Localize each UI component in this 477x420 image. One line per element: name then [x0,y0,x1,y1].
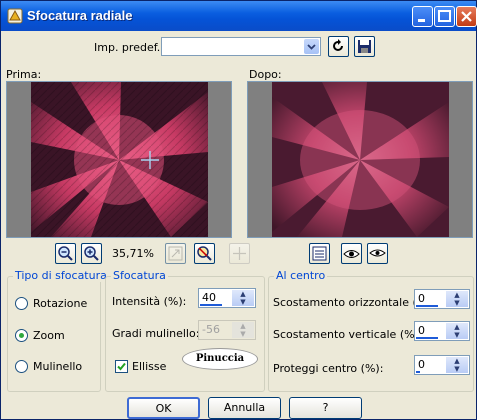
maximize-icon [438,10,451,22]
close-icon [461,11,472,22]
minimize-button[interactable] [412,6,433,27]
auto-proof-button[interactable] [367,243,388,264]
spin-arrows-icon[interactable]: ▲ ▼ [446,323,468,339]
maximize-button[interactable] [434,6,455,27]
radio-twirl[interactable] [15,360,28,373]
ellipse-checkbox[interactable] [115,360,128,373]
after-preview [247,81,473,238]
fit-button[interactable] [165,243,186,264]
close-button[interactable] [456,6,477,27]
zoom-in-button[interactable] [81,243,102,264]
before-preview[interactable] [6,81,232,238]
zoom-out-icon [58,246,73,261]
preset-label: Imp. predef.: [94,41,164,54]
reset-icon [333,39,343,51]
spin-arrows-icon: ▲ ▼ [232,322,254,338]
protect-center-spinner[interactable]: 0 ▲ ▼ [414,355,470,375]
reset-preset-button[interactable] [328,36,349,57]
zoom-out-button[interactable] [55,243,76,264]
intensity-spinner[interactable]: 40 ▲ ▼ [198,288,256,308]
title-bar[interactable]: Sfocatura radiale [1,1,477,31]
locate-button[interactable] [194,243,215,264]
preview-on-image-button[interactable] [341,243,362,264]
v-offset-value[interactable]: 0 [418,324,425,337]
zoom-in-icon [84,246,99,261]
after-label: Dopo: [249,68,282,81]
twist-spinner: -56 ▲ ▼ [198,320,256,340]
before-image [31,82,208,237]
minimize-icon [418,19,425,22]
h-offset-value[interactable]: 0 [418,292,425,305]
navigate-icon [197,246,212,261]
intensity-value[interactable]: 40 [202,291,216,304]
before-label: Prima: [6,68,42,81]
help-button[interactable]: ? [289,397,362,419]
ellipse-label[interactable]: Ellisse [132,360,166,373]
h-offset-label: Scostamento orizzontale (%): [273,296,436,309]
blur-group-title: Sfocatura [111,269,168,282]
radio-rotation-label[interactable]: Rotazione [33,297,87,310]
radio-zoom[interactable] [15,329,28,342]
app-icon [7,8,23,24]
ok-button[interactable]: OK [127,397,200,419]
h-offset-slider[interactable] [416,305,438,307]
signature-logo: Pinuccia [182,348,258,370]
checkmark-icon [117,362,126,371]
blur-type-title: Tipo di sfocatura [13,269,109,282]
preview-toggle-button[interactable] [309,243,330,264]
radio-zoom-label[interactable]: Zoom [33,329,65,342]
after-image [272,82,449,237]
twist-label: Gradi mulinello: [112,327,200,340]
protect-center-label: Proteggi centro (%): [273,362,384,375]
radio-twirl-label[interactable]: Mulinello [33,360,82,373]
twist-value: -56 [202,323,220,336]
spin-arrows-icon[interactable]: ▲ ▼ [232,290,254,306]
dialog-window: Sfocatura radiale Imp. predef.: Prima: D… [0,0,477,420]
floppy-disk-icon [358,40,371,53]
preview-list-icon [312,246,327,261]
spin-arrows-icon[interactable]: ▲ ▼ [446,357,468,373]
center-group-title: Al centro [274,269,328,282]
chevron-down-icon[interactable] [304,39,319,54]
move-icon [233,247,246,260]
v-offset-spinner[interactable]: 0 ▲ ▼ [414,321,470,341]
window-title: Sfocatura radiale [27,8,133,23]
eye-icon [343,250,360,258]
radio-rotation[interactable] [15,297,28,310]
protect-center-slider[interactable] [416,371,420,373]
fit-window-icon [168,246,183,261]
spin-arrows-icon[interactable]: ▲ ▼ [446,291,468,307]
zoom-level: 35,71% [112,247,154,260]
pan-button[interactable] [229,243,250,264]
h-offset-spinner[interactable]: 0 ▲ ▼ [414,289,470,309]
v-offset-slider[interactable] [416,337,438,339]
preset-combo[interactable] [161,37,321,56]
eye-lock-icon [369,249,386,257]
protect-center-value[interactable]: 0 [418,358,425,371]
v-offset-label: Scostamento verticale (%): [273,328,423,341]
save-preset-button[interactable] [354,36,375,57]
intensity-slider[interactable] [200,304,222,306]
intensity-label: Intensità (%): [112,295,187,308]
cancel-button[interactable]: Annulla [208,397,281,419]
